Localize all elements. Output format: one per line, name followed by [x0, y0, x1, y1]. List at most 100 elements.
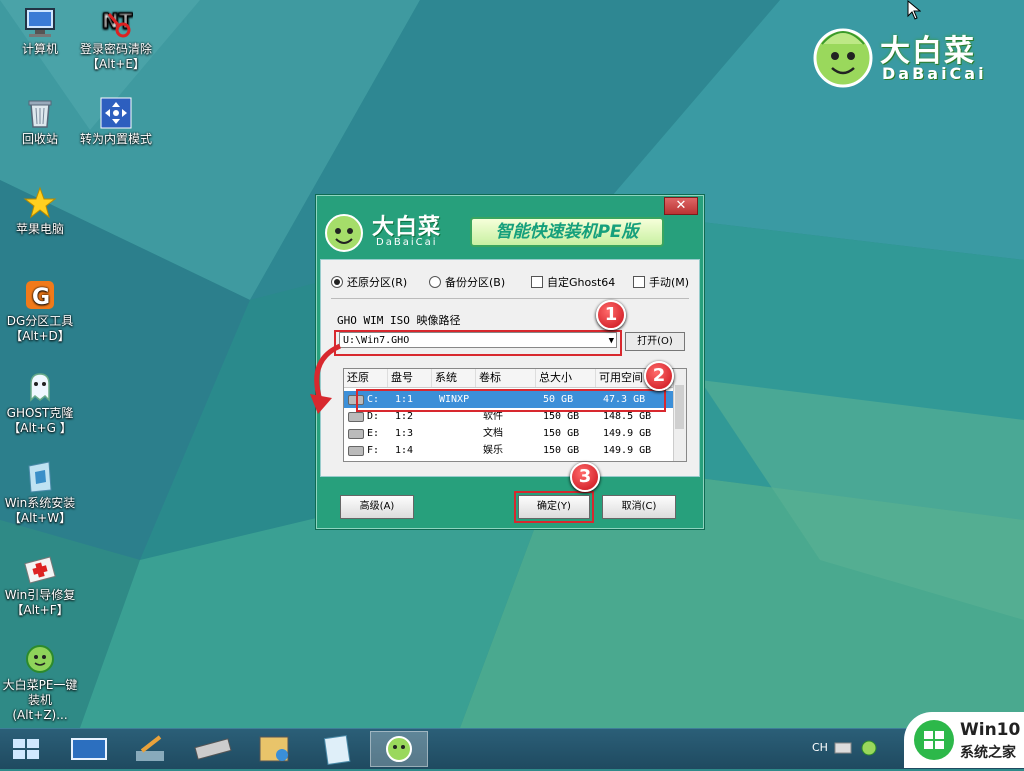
column-header[interactable]: 系统 [432, 369, 476, 387]
start-button[interactable] [0, 731, 54, 767]
cell-total: 150 GB [543, 445, 580, 456]
cell-total: 150 GB [543, 428, 580, 439]
taskbar-item-dabaicai[interactable] [370, 731, 428, 767]
desktop-icon-password-clear[interactable]: NT 登录密码清除 【Alt+E】 [78, 6, 154, 72]
brand-logo: 大白菜 DaBaiCai [808, 20, 1008, 90]
column-header[interactable]: 卷标 [476, 369, 536, 387]
notepad-icon [323, 735, 351, 765]
desktop-icon-computer[interactable]: 计算机 [2, 6, 78, 57]
dialog-brand-en: DaBaiCai [376, 237, 438, 248]
keyboard-icon[interactable] [834, 741, 852, 755]
restore-partition-radio[interactable]: 还原分区(R) [331, 274, 407, 290]
desktop-icon-ghost[interactable]: GHOST克隆 【Alt+G 】 [2, 370, 78, 436]
close-button[interactable]: ✕ [664, 197, 698, 215]
desktop-icon-label: GHOST克隆 【Alt+G 】 [6, 406, 74, 435]
taskbar-item-cleaner[interactable] [124, 731, 178, 767]
cabbage-icon [23, 642, 57, 676]
partition-table: 还原 盘号 系统 卷标 总大小 可用空间 C: 1:1 WINXP 50 GB … [343, 368, 687, 462]
cell-label: 文档 [483, 428, 503, 439]
cell-disk: 1:3 [395, 428, 414, 439]
cell-system [436, 442, 439, 459]
cell-system [436, 425, 439, 442]
ghost-icon [23, 370, 57, 404]
column-header[interactable]: 盘号 [388, 369, 432, 387]
desktop-icon-dg-partition[interactable]: G DG分区工具 【Alt+D】 [2, 278, 78, 344]
table-header: 还原 盘号 系统 卷标 总大小 可用空间 [344, 369, 674, 388]
expand-arrows-icon [99, 96, 133, 130]
desktop-icon-label: Win系统安装 【Alt+W】 [4, 496, 76, 525]
option-label: 自定Ghost64 [547, 276, 616, 289]
divider [331, 298, 689, 299]
dialog-body: 还原分区(R) 备份分区(B) 自定Ghost64 手动(M) GHO WIM … [320, 259, 700, 477]
key-icon: NT [99, 6, 133, 40]
desktop-icon-pe-install[interactable]: 大白菜PE一键 装机(Alt+Z)... [2, 642, 78, 723]
desktop-icon-builtin-mode[interactable]: 转为内置模式 [78, 96, 154, 147]
annotation-badge: 3 [570, 462, 600, 492]
radio-checked-icon [331, 276, 343, 288]
table-row[interactable]: F: 1:4 娱乐 150 GB 149.9 GB [344, 442, 674, 459]
curved-arrow-icon [310, 343, 342, 414]
first-aid-kit-icon [23, 552, 57, 586]
svg-text:G: G [32, 285, 50, 310]
backup-partition-radio[interactable]: 备份分区(B) [429, 274, 505, 290]
column-header[interactable]: 总大小 [536, 369, 596, 387]
desktop-icon-win-install[interactable]: Win系统安装 【Alt+W】 [2, 460, 78, 526]
annotation-badge: 1 [596, 300, 626, 330]
desktop-icon-boot-repair[interactable]: Win引导修复 【Alt+F】 [2, 552, 78, 618]
win10-logo-icon [914, 720, 954, 760]
desktop-icon-label: Win引导修复 【Alt+F】 [4, 588, 76, 617]
vertical-scrollbar[interactable] [673, 369, 686, 461]
scrollbar-thumb[interactable] [675, 385, 684, 429]
custom-ghost64-checkbox[interactable]: 自定Ghost64 [531, 274, 615, 290]
cell-drive: F: [367, 445, 380, 456]
manual-checkbox[interactable]: 手动(M) [633, 274, 689, 290]
cell-disk: 1:4 [395, 445, 414, 456]
taskbar-item-screen[interactable] [62, 731, 116, 767]
input-language-indicator[interactable]: CH [812, 741, 828, 754]
desktop-icon-label: 登录密码清除 【Alt+E】 [79, 42, 152, 71]
taskbar-item-notes[interactable] [310, 731, 364, 767]
mouse-cursor-icon [907, 0, 921, 20]
memory-chip-icon [194, 738, 232, 760]
desktop-icon-label: 转为内置模式 [79, 132, 152, 146]
desktop-icon-label: DG分区工具 【Alt+D】 [6, 314, 74, 343]
computer-icon [23, 6, 57, 40]
annotation-highlight-path [334, 330, 622, 356]
cabbage-mascot-icon [813, 28, 873, 88]
open-button[interactable]: 打开(O) [625, 332, 685, 351]
image-path-label: GHO WIM ISO 映像路径 [337, 314, 461, 327]
cell-label: 娱乐 [483, 445, 503, 456]
annotation-highlight-ok [514, 491, 594, 523]
annotation-highlight-row [356, 389, 666, 412]
dialog-subtitle: 智能快速装机PE版 [470, 217, 664, 247]
advanced-button[interactable]: 高级(A) [340, 495, 414, 519]
star-icon [23, 186, 57, 220]
annotation-badge: 2 [644, 361, 674, 391]
monitor-icon [71, 738, 107, 760]
brand-name-en: DaBaiCai [882, 64, 987, 83]
desktop-icon-apple-pc[interactable]: 苹果电脑 [2, 186, 78, 237]
checkbox-icon [633, 276, 645, 288]
taskbar: CH [0, 728, 1024, 769]
option-label: 手动(M) [649, 276, 690, 289]
win10-watermark: Win10 系统之家 [904, 712, 1024, 768]
watermark-title: Win10 [960, 720, 1021, 740]
desktop-icon-label: 大白菜PE一键 装机(Alt+Z)... [2, 678, 78, 722]
drive-icon [348, 446, 364, 456]
cell-free: 149.9 GB [603, 445, 652, 456]
toolbox-icon [259, 736, 289, 762]
option-label: 还原分区(R) [347, 276, 408, 289]
taskbar-item-memory[interactable] [186, 731, 240, 767]
option-label: 备份分区(B) [445, 276, 506, 289]
cancel-button[interactable]: 取消(C) [602, 495, 676, 519]
cabbage-tray-icon[interactable] [860, 739, 878, 757]
table-row[interactable]: E: 1:3 文档 150 GB 149.9 GB [344, 425, 674, 442]
desktop-icon-label: 回收站 [21, 132, 58, 146]
desktop-icon-label: 计算机 [21, 42, 58, 56]
broom-icon [136, 735, 164, 761]
windows-logo-icon [13, 739, 39, 759]
cabbage-icon [386, 736, 412, 762]
desktop-icon-recycle-bin[interactable]: 回收站 [2, 96, 78, 147]
taskbar-item-tools[interactable] [248, 731, 302, 767]
recycle-bin-icon [23, 96, 57, 130]
